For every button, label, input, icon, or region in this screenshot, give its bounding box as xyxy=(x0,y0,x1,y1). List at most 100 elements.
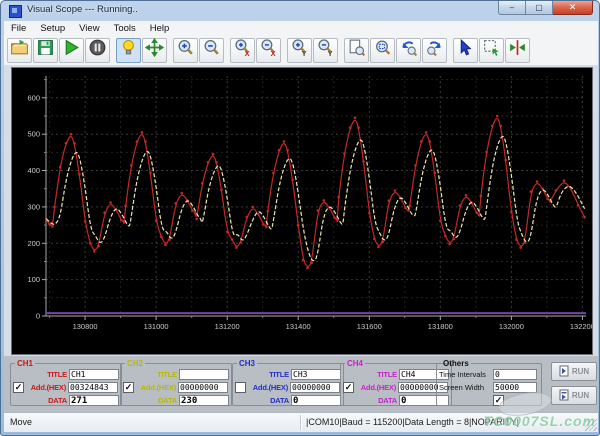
zoom-x-out-button[interactable]: X xyxy=(256,37,281,63)
title-input[interactable] xyxy=(69,369,119,380)
maximize-button[interactable]: ▢ xyxy=(526,1,553,15)
zoom-fit-page-button[interactable] xyxy=(344,37,369,63)
addr-input[interactable] xyxy=(178,382,228,393)
title-bar[interactable]: Visual Scope --- Running.. – ▢ ✕ xyxy=(1,1,599,21)
addr-label: Add.(HEX) xyxy=(140,383,176,392)
channel-panel: CH1 TITLE Add.(HEX) DATA CH2 TITLE Add.(HEX) DA… xyxy=(4,355,598,413)
app-icon xyxy=(9,5,22,18)
fit-page-icon xyxy=(347,38,366,62)
dashed-select-icon xyxy=(482,38,501,62)
resize-grip[interactable] xyxy=(585,419,597,431)
time-intervals-input[interactable] xyxy=(493,369,537,380)
pointer-button[interactable] xyxy=(453,37,478,63)
zoom-x-out-icon: X xyxy=(259,38,278,62)
open-file-button[interactable] xyxy=(7,37,32,63)
addr-input[interactable] xyxy=(68,382,118,393)
addr-checkbox[interactable] xyxy=(343,382,354,393)
addr-checkbox[interactable] xyxy=(235,382,246,393)
zoom-in-icon xyxy=(176,38,195,62)
status-divider xyxy=(300,415,301,430)
zoom-redo-button[interactable] xyxy=(422,37,447,63)
svg-text:132000: 132000 xyxy=(499,322,524,331)
zoom-y-out-icon: Y xyxy=(316,38,335,62)
zoom-undo-button[interactable] xyxy=(396,37,421,63)
zoom-out-button[interactable] xyxy=(199,37,224,63)
menu-setup[interactable]: Setup xyxy=(33,23,72,34)
run-icon xyxy=(559,365,569,379)
addr-label: Add.(HEX) xyxy=(30,383,66,392)
zoom-in-button[interactable] xyxy=(173,37,198,63)
zoom-y-in-button[interactable]: Y xyxy=(287,37,312,63)
scope-chart[interactable]: 0 100 200 300 400 500 600 130800 131000 131200 131… xyxy=(11,67,595,355)
menu-help[interactable]: Help xyxy=(143,23,177,34)
svg-text:500: 500 xyxy=(27,130,40,139)
zoom-out-icon xyxy=(202,38,221,62)
title-label: TITLE xyxy=(157,370,177,379)
svg-text:131200: 131200 xyxy=(215,322,240,331)
svg-text:400: 400 xyxy=(27,166,40,175)
redo-zoom-icon xyxy=(425,38,444,62)
minimize-button[interactable]: – xyxy=(498,1,526,15)
svg-text:600: 600 xyxy=(27,93,40,102)
channel-group-ch1: CH1 TITLE Add.(HEX) DATA xyxy=(10,359,122,406)
addr-checkbox[interactable] xyxy=(123,382,134,393)
channel-caption: CH2 xyxy=(127,359,144,368)
run-button-2[interactable]: RUN xyxy=(551,386,597,405)
svg-text:132200: 132200 xyxy=(570,322,592,331)
measure-markers-button[interactable] xyxy=(505,37,530,63)
svg-text:0: 0 xyxy=(36,312,40,321)
title-label: TITLE xyxy=(47,370,67,379)
data-label: DATA xyxy=(378,396,397,405)
move-button[interactable] xyxy=(142,37,167,63)
undo-zoom-icon xyxy=(399,38,418,62)
visual-scope-window: Visual Scope --- Running.. – ▢ ✕ File Se… xyxy=(0,0,600,436)
data-value[interactable] xyxy=(69,395,119,406)
addr-label: Add.(HEX) xyxy=(252,383,288,392)
select-region-button[interactable] xyxy=(479,37,504,63)
addr-checkbox[interactable] xyxy=(13,382,24,393)
status-mode: Move xyxy=(10,417,33,427)
menu-view[interactable]: View xyxy=(72,23,106,34)
pause-button[interactable] xyxy=(85,37,110,63)
svg-text:130800: 130800 xyxy=(73,322,98,331)
play-icon xyxy=(62,38,81,62)
zoom-window-button[interactable] xyxy=(370,37,395,63)
close-button[interactable]: ✕ xyxy=(553,1,593,15)
others-caption: Others xyxy=(443,359,469,368)
run-button-1[interactable]: RUN xyxy=(551,362,597,381)
title-input[interactable] xyxy=(179,369,229,380)
menu-bar: File Setup View Tools Help xyxy=(4,21,598,36)
light-toggle-button[interactable] xyxy=(116,37,141,63)
svg-text:X: X xyxy=(245,49,250,57)
channel-group-ch3: CH3 TITLE Add.(HEX) DATA xyxy=(232,359,344,406)
channel-caption: CH4 xyxy=(347,359,364,368)
pause-icon xyxy=(88,38,107,62)
title-input[interactable] xyxy=(291,369,341,380)
light-bulb-icon xyxy=(119,38,138,62)
data-label: DATA xyxy=(270,396,289,405)
data-value[interactable] xyxy=(291,395,341,406)
title-label: TITLE xyxy=(269,370,289,379)
svg-text:200: 200 xyxy=(27,239,40,248)
addr-input[interactable] xyxy=(290,382,340,393)
svg-text:X: X xyxy=(271,49,276,57)
menu-tools[interactable]: Tools xyxy=(107,23,143,34)
screen-width-input[interactable] xyxy=(493,382,537,393)
start-button[interactable] xyxy=(59,37,84,63)
cursor-arrow-icon xyxy=(456,38,475,62)
channel-caption: CH1 xyxy=(17,359,34,368)
channel-caption: CH3 xyxy=(239,359,256,368)
svg-text:300: 300 xyxy=(27,202,40,211)
menu-file[interactable]: File xyxy=(4,23,33,34)
zoom-y-out-button[interactable]: Y xyxy=(313,37,338,63)
scope-plot[interactable]: 0 100 200 300 400 500 600 130800 131000 131200 131… xyxy=(12,68,595,354)
status-bar: Move |COM10|Baud = 115200|Data Length = … xyxy=(4,412,598,432)
zoom-x-in-button[interactable]: X xyxy=(230,37,255,63)
screen-width-label: Screen Width xyxy=(439,383,485,392)
others-checkbox[interactable] xyxy=(493,395,504,406)
data-value[interactable] xyxy=(179,395,229,406)
channel-group-ch2: CH2 TITLE Add.(HEX) DATA xyxy=(120,359,232,406)
svg-text:Y: Y xyxy=(302,49,307,57)
save-button[interactable] xyxy=(33,37,58,63)
floppy-icon xyxy=(36,38,55,62)
